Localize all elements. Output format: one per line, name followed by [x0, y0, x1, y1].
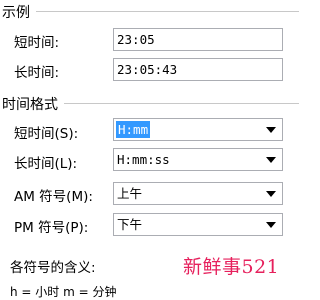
pm-symbol-value: 下午: [117, 217, 143, 232]
am-symbol-select[interactable]: 上午: [113, 182, 283, 205]
pm-symbol-label: PM 符号(P):: [14, 220, 89, 236]
chevron-down-icon[interactable]: [266, 127, 276, 133]
example-long-time-label: 长时间:: [14, 65, 60, 81]
am-symbol-label: AM 符号(M):: [14, 189, 93, 205]
chevron-down-icon[interactable]: [266, 222, 276, 228]
example-short-time-label: 短时间:: [14, 35, 60, 51]
chevron-down-icon[interactable]: [266, 191, 276, 197]
example-section-divider: [36, 11, 299, 12]
example-short-time-field: 23:05: [113, 28, 283, 51]
time-format-section-title: 时间格式: [2, 97, 58, 113]
symbol-meaning-label: 各符号的含义:: [10, 260, 96, 276]
short-time-format-select[interactable]: H:mm: [113, 118, 283, 141]
short-time-format-label: 短时间(S):: [14, 126, 79, 142]
time-format-section-divider: [64, 103, 299, 104]
symbol-meaning-partial-row: h = 小时 m = 分钟: [10, 285, 117, 299]
long-time-format-label: 长时间(L):: [14, 156, 78, 172]
long-time-format-value: H:mm:ss: [117, 152, 170, 167]
long-time-format-select[interactable]: H:mm:ss: [113, 148, 283, 171]
pm-symbol-select[interactable]: 下午: [113, 213, 283, 236]
watermark-text: 新鲜事521: [183, 256, 280, 278]
chevron-down-icon[interactable]: [266, 157, 276, 163]
example-section-title: 示例: [2, 5, 30, 21]
am-symbol-value: 上午: [117, 186, 143, 201]
example-long-time-field: 23:05:43: [113, 58, 283, 81]
short-time-format-value: H:mm: [116, 121, 151, 138]
